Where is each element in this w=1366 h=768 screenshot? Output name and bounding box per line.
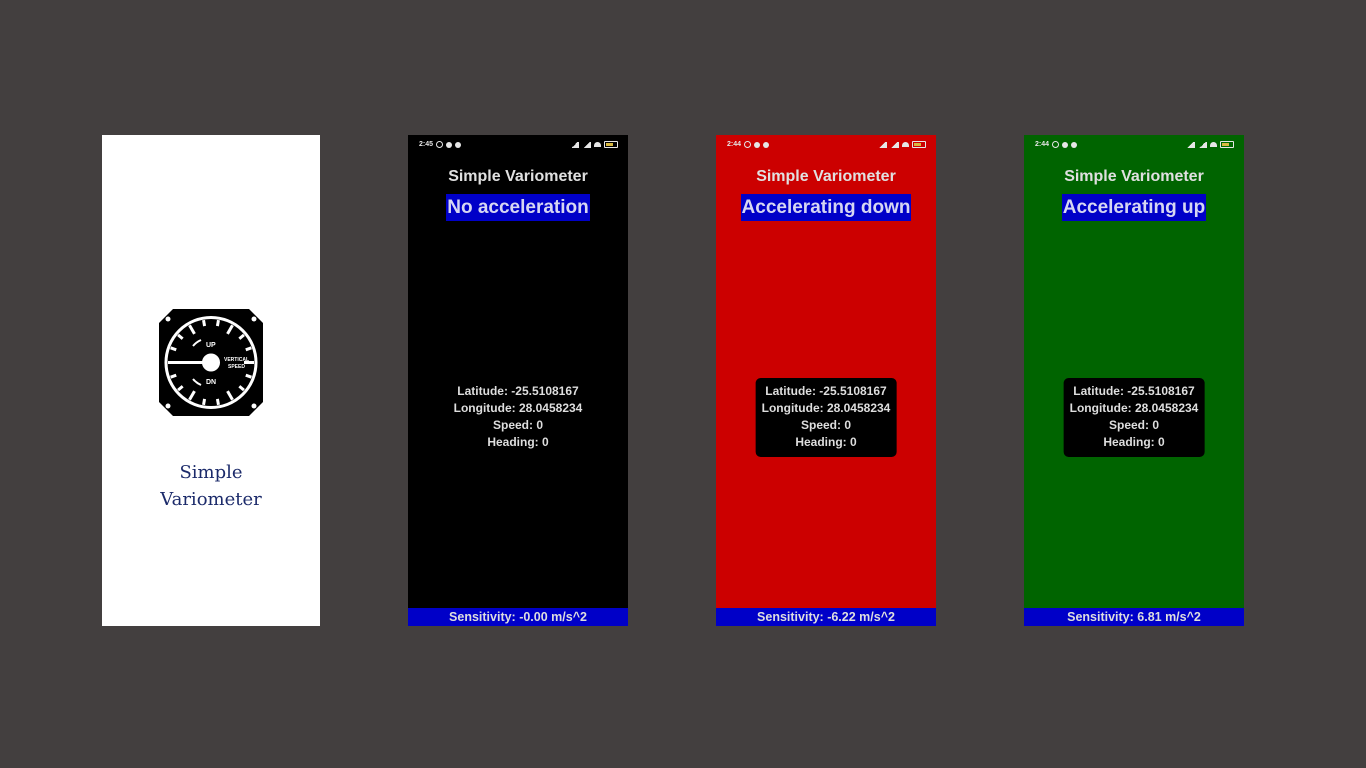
wifi-icon xyxy=(594,142,601,147)
gauge-tick xyxy=(202,319,207,327)
sensitivity-bar[interactable]: Sensitivity: -6.22 m/s^2 xyxy=(716,608,936,626)
app-notification-icon xyxy=(455,141,462,148)
gauge-dn-label: DN xyxy=(206,379,216,386)
wifi-icon xyxy=(902,142,909,147)
sensitivity-bar[interactable]: Sensitivity: -0.00 m/s^2 xyxy=(408,608,628,626)
gauge-tick xyxy=(215,319,220,327)
signal-bars-icon xyxy=(890,141,899,148)
battery-icon xyxy=(912,141,926,148)
location-info-panel: Latitude: -25.5108167 Longitude: 28.0458… xyxy=(755,378,897,457)
heading-text: Heading: 0 xyxy=(487,435,549,449)
latitude-text: Latitude: -25.5108167 xyxy=(1073,384,1195,398)
battery-icon xyxy=(604,141,618,148)
vertical-speed-gauge-icon: UP DN VERTICAL SPEED xyxy=(159,309,263,416)
battery-icon xyxy=(1220,141,1234,148)
app-title: Simple Variometer xyxy=(448,168,588,185)
status-time: 2:44 xyxy=(1035,141,1050,148)
wifi-icon xyxy=(1210,142,1217,147)
gauge-label-vertical: VERTICAL xyxy=(224,357,249,363)
app-title: Simple Variometer xyxy=(1064,168,1204,185)
heading-text: Heading: 0 xyxy=(795,435,857,449)
acceleration-state-label: Accelerating down xyxy=(740,194,912,221)
splash-app-name: Simple Variometer xyxy=(102,459,320,513)
app-notification-icon xyxy=(446,141,453,148)
location-info-panel: Latitude: -25.5108167 Longitude: 28.0458… xyxy=(1063,378,1205,457)
status-time: 2:45 xyxy=(419,141,434,148)
gauge-tick xyxy=(170,373,177,379)
longitude-text: Longitude: 28.0458234 xyxy=(453,401,583,415)
acceleration-state-label: Accelerating up xyxy=(1061,194,1207,221)
app-notification-icon xyxy=(1062,141,1069,148)
status-bar: 2:44 xyxy=(1035,141,1234,151)
acceleration-state-label: No acceleration xyxy=(446,194,590,221)
signal-bars-icon xyxy=(1198,141,1207,148)
longitude-text: Longitude: 28.0458234 xyxy=(1069,401,1199,415)
gauge-tick xyxy=(202,398,207,406)
longitude-text: Longitude: 28.0458234 xyxy=(761,401,891,415)
gauge-label-speed: SPEED xyxy=(228,364,245,370)
gauge-tick xyxy=(170,346,177,352)
gauge-tick xyxy=(215,398,220,406)
status-bar: 2:45 xyxy=(419,141,618,151)
app-notification-icon xyxy=(1071,141,1078,148)
heading-text: Heading: 0 xyxy=(1103,435,1165,449)
gauge-tick xyxy=(245,346,252,352)
status-time: 2:44 xyxy=(727,141,742,148)
app-notification-icon xyxy=(763,141,770,148)
screen-accelerating-down: 2:44 Simple Variometer Accelerating down… xyxy=(716,135,936,626)
signal-bars-icon xyxy=(582,141,591,148)
screen-no-acceleration: 2:45 Simple Variometer No acceleration L… xyxy=(408,135,628,626)
location-info-panel: Latitude: -25.5108167 Longitude: 28.0458… xyxy=(447,378,589,457)
status-bar: 2:44 xyxy=(727,141,926,151)
signal-bars-icon xyxy=(570,141,579,148)
sensitivity-bar[interactable]: Sensitivity: 6.81 m/s^2 xyxy=(1024,608,1244,626)
speed-text: Speed: 0 xyxy=(1108,418,1159,432)
app-notification-icon xyxy=(754,141,761,148)
splash-screen: UP DN VERTICAL SPEED Simple Variometer xyxy=(102,135,320,626)
signal-bars-icon xyxy=(1186,141,1195,148)
splash-title-line1: Simple xyxy=(179,462,243,483)
gauge-tick xyxy=(245,373,252,379)
alarm-icon xyxy=(436,141,444,148)
alarm-icon xyxy=(1052,141,1060,148)
alarm-icon xyxy=(744,141,752,148)
latitude-text: Latitude: -25.5108167 xyxy=(457,384,579,398)
latitude-text: Latitude: -25.5108167 xyxy=(765,384,887,398)
screen-accelerating-up: 2:44 Simple Variometer Accelerating up L… xyxy=(1024,135,1244,626)
app-title: Simple Variometer xyxy=(756,168,896,185)
speed-text: Speed: 0 xyxy=(800,418,851,432)
speed-text: Speed: 0 xyxy=(492,418,543,432)
splash-title-line2: Variometer xyxy=(160,489,262,510)
signal-bars-icon xyxy=(878,141,887,148)
gauge-up-label: UP xyxy=(206,342,216,349)
